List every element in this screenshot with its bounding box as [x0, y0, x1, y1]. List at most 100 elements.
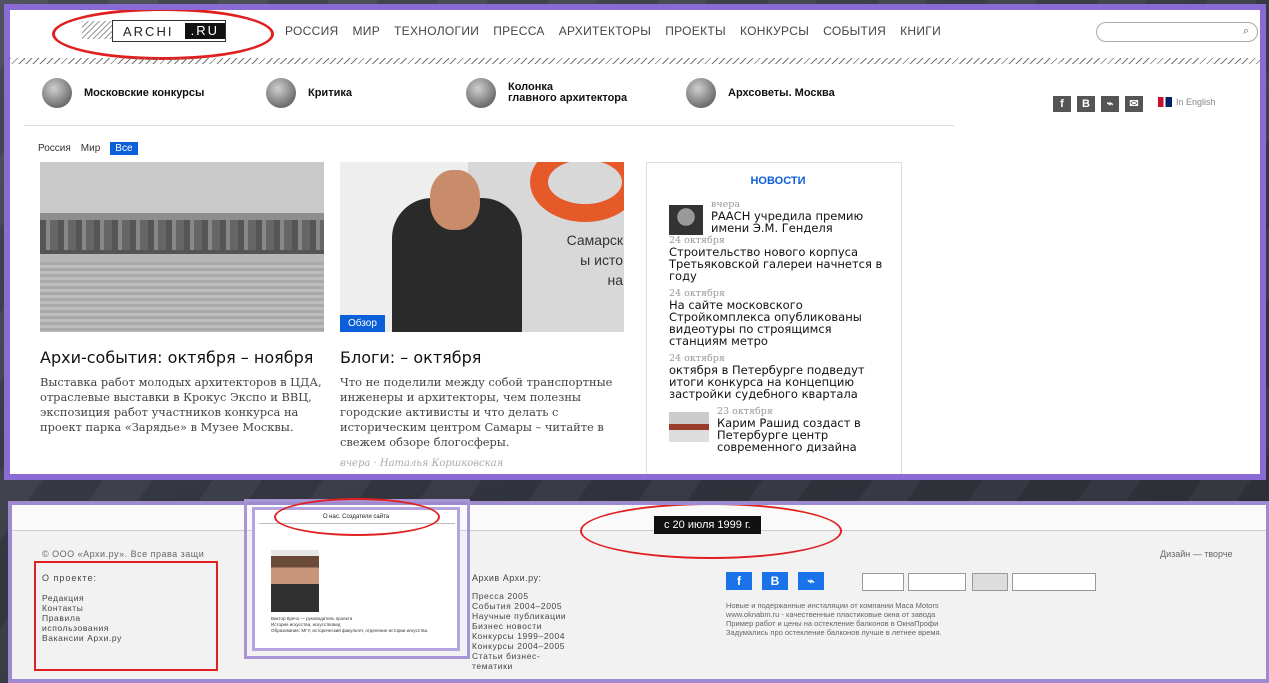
article-image[interactable]: Обзор: [40, 162, 324, 332]
site-header: ARCHI .RU РОССИЯ МИР ТЕХНОЛОГИИ ПРЕССА А…: [10, 10, 1260, 60]
nav-item-books[interactable]: КНИГИ: [900, 24, 941, 38]
news-headline[interactable]: Карим Рашид создаст в Петербурге центр с…: [717, 417, 887, 453]
vkontakte-icon[interactable]: B: [1077, 96, 1095, 112]
nav-item-world[interactable]: МИР: [353, 24, 381, 38]
archive-heading: Архив Архи.ру:: [472, 573, 542, 583]
about-heading: О проекте:: [42, 573, 97, 583]
news-headline[interactable]: РААСН учредила премию имени Э.М. Генделя: [711, 210, 887, 234]
news-thumbnail: [669, 205, 703, 235]
archive-link[interactable]: Пресса 2005: [472, 591, 566, 601]
article-image[interactable]: Самарск ы исто на Обзор: [340, 162, 624, 332]
rss-icon[interactable]: ⌁: [1101, 96, 1119, 112]
main-navigation: РОССИЯ МИР ТЕХНОЛОГИИ ПРЕССА АРХИТЕКТОРЫ…: [285, 24, 955, 38]
nav-item-competitions[interactable]: КОНКУРСЫ: [740, 24, 809, 38]
sub-navigation: Московские конкурсы Критика Колонка глав…: [10, 78, 1260, 126]
footer-social-links: f B ⌁: [726, 572, 824, 590]
vkontakte-icon[interactable]: B: [762, 572, 788, 590]
counter-badge[interactable]: [972, 573, 1008, 591]
archive-link[interactable]: Конкурсы 2004–2005: [472, 641, 566, 651]
subnav-label: Колонка главного архитектора: [508, 81, 628, 104]
nav-item-projects[interactable]: ПРОЕКТЫ: [665, 24, 726, 38]
nav-item-press[interactable]: ПРЕССА: [493, 24, 545, 38]
lifebuoy-graphic: [530, 162, 624, 222]
filter-world[interactable]: Мир: [81, 143, 100, 154]
article-title[interactable]: Архи-события: октября – ноября: [40, 348, 324, 367]
archive-link[interactable]: Научные публикации: [472, 611, 566, 621]
bottom-screenshot-panel: с 20 июля 1999 г. © ООО «Архи.ру». Все п…: [8, 501, 1269, 683]
design-credit[interactable]: Дизайн — творче: [1160, 549, 1233, 559]
counter-badge[interactable]: [908, 573, 966, 591]
region-filter: Россия Мир Все: [38, 142, 138, 155]
footer-link-usage[interactable]: использования: [42, 623, 122, 633]
about-links: Редакция Контакты Правила использования …: [42, 593, 122, 643]
article-meta: вчера · Наталья Коршковская: [340, 458, 504, 469]
nav-item-technologies[interactable]: ТЕХНОЛОГИИ: [394, 24, 479, 38]
footer-link-editorial[interactable]: Редакция: [42, 593, 122, 603]
nav-item-events[interactable]: СОБЫТИЯ: [823, 24, 886, 38]
news-item[interactable]: 24 октября Строительство нового корпуса …: [669, 235, 887, 282]
news-item[interactable]: 24 октября На сайте московского Стройком…: [669, 288, 887, 347]
annotation-ellipse-date: [580, 505, 842, 559]
nav-item-russia[interactable]: РОССИЯ: [285, 24, 339, 38]
article-card[interactable]: Самарск ы исто на Обзор Блоги: – октября…: [340, 162, 624, 469]
news-headline[interactable]: октября в Петербурге подведут итоги конк…: [669, 364, 887, 400]
subnav-item-arch-councils[interactable]: Архсоветы. Москва: [686, 78, 835, 108]
rss-icon[interactable]: ⌁: [798, 572, 824, 590]
annotation-ellipse-logo: [52, 10, 274, 60]
thumbnail-icon: [42, 78, 72, 108]
avatar: [466, 78, 496, 108]
news-item[interactable]: вчера РААСН учредила премию имени Э.М. Г…: [669, 199, 887, 235]
news-sidebar: НОВОСТИ вчера РААСН учредила премию имен…: [646, 162, 902, 474]
news-headline[interactable]: Строительство нового корпуса Третьяковск…: [669, 246, 887, 282]
subnav-label: Московские конкурсы: [84, 86, 205, 99]
archive-link[interactable]: Бизнес новости: [472, 621, 566, 631]
language-label: In English: [1176, 97, 1216, 107]
subnav-item-moscow-competitions[interactable]: Московские конкурсы: [42, 78, 204, 108]
article-title[interactable]: Блоги: – октября: [340, 348, 624, 367]
top-screenshot-panel: ARCHI .RU РОССИЯ МИР ТЕХНОЛОГИИ ПРЕССА А…: [4, 4, 1266, 480]
facebook-icon[interactable]: f: [1053, 96, 1071, 112]
avatar: [266, 78, 296, 108]
mail-icon[interactable]: ✉: [1125, 96, 1143, 112]
archive-link[interactable]: Конкурсы 1999–2004: [472, 631, 566, 641]
projector-screen-text: Самарск ы исто на: [566, 232, 623, 288]
footer-link-vacancies[interactable]: Вакансии Архи.ру: [42, 633, 122, 643]
news-item[interactable]: 23 октября Карим Рашид создаст в Петербу…: [669, 406, 887, 453]
archive-link[interactable]: тематики: [472, 661, 566, 671]
subnav-item-critique[interactable]: Критика: [266, 78, 352, 108]
filter-all[interactable]: Все: [110, 142, 138, 155]
archive-link[interactable]: Статьи бизнес-: [472, 651, 566, 661]
facebook-icon[interactable]: f: [726, 572, 752, 590]
copyright-text: © ООО «Архи.ру». Все права защи: [42, 549, 205, 559]
subnav-item-chief-architect-column[interactable]: Колонка главного архитектора: [466, 78, 627, 108]
author-caption: Виктор Кречо — руководитель проекта Исто…: [271, 616, 429, 633]
nav-item-architects[interactable]: АРХИТЕКТОРЫ: [559, 24, 651, 38]
footer-link-rules[interactable]: Правила: [42, 613, 122, 623]
avatar: [686, 78, 716, 108]
speaker-head: [430, 170, 480, 230]
counter-badge[interactable]: [1012, 573, 1096, 591]
news-thumbnail: [669, 412, 709, 442]
news-item[interactable]: 24 октября октября в Петербурге подведут…: [669, 353, 887, 400]
archive-link[interactable]: События 2004–2005: [472, 601, 566, 611]
footer-link-contacts[interactable]: Контакты: [42, 603, 122, 613]
category-badge[interactable]: Обзор: [340, 315, 385, 332]
news-headline[interactable]: На сайте московского Стройкомплекса опуб…: [669, 299, 887, 347]
footer-ads-text[interactable]: Новые и подержанные инсталяции от компан…: [726, 601, 1046, 637]
subnav-label: Архсоветы. Москва: [728, 86, 835, 99]
language-switch[interactable]: In English: [1158, 97, 1216, 107]
archive-links: Пресса 2005 События 2004–2005 Научные пу…: [472, 591, 566, 671]
search-input[interactable]: ⌕: [1096, 22, 1258, 42]
article-card[interactable]: Обзор Архи-события: октября – ноября Выс…: [40, 162, 324, 435]
author-photo: [271, 550, 319, 612]
subnav-label: Критика: [308, 86, 352, 99]
category-badge[interactable]: Обзор: [40, 315, 85, 332]
subnav-divider: [24, 125, 954, 126]
news-heading[interactable]: НОВОСТИ: [669, 175, 887, 187]
filter-russia[interactable]: Россия: [38, 143, 71, 154]
annotation-ellipse-popup: [274, 498, 440, 536]
article-summary: Что не поделили между собой транспортные…: [340, 375, 613, 449]
social-links: f B ⌁ ✉: [1053, 96, 1143, 112]
counter-badge[interactable]: [862, 573, 904, 591]
search-icon[interactable]: ⌕: [1243, 25, 1249, 38]
